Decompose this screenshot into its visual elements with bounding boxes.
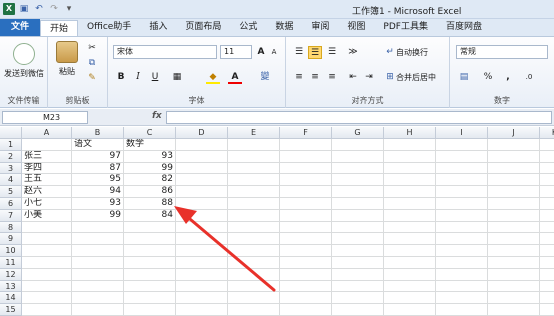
- red-arrow-annotation: [174, 206, 276, 292]
